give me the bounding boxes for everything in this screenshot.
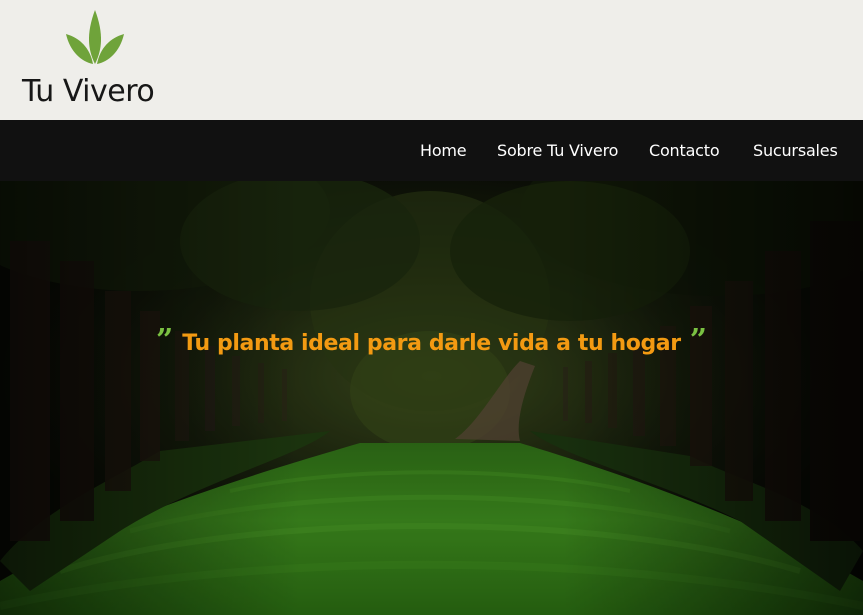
brand-name[interactable]: Tu Vivero bbox=[22, 74, 155, 109]
close-quote-icon: ” bbox=[689, 323, 708, 358]
forest-path-image bbox=[0, 181, 863, 615]
open-quote-icon: ” bbox=[155, 323, 174, 358]
main-navigation: Home Sobre Tu Vivero Contacto Sucursales bbox=[0, 120, 863, 181]
hero-tagline: ” Tu planta ideal para darle vida a tu h… bbox=[0, 326, 863, 357]
nav-home-link[interactable]: Home bbox=[420, 141, 467, 160]
hero-banner: ” Tu planta ideal para darle vida a tu h… bbox=[0, 181, 863, 615]
sprout-leaves-icon[interactable] bbox=[64, 6, 126, 66]
site-header: Tu Vivero bbox=[0, 0, 863, 120]
tagline-text: Tu planta ideal para darle vida a tu hog… bbox=[182, 331, 681, 356]
nav-contacto-link[interactable]: Contacto bbox=[649, 141, 720, 160]
nav-sobre-link[interactable]: Sobre Tu Vivero bbox=[497, 141, 618, 160]
nav-sucursales-link[interactable]: Sucursales bbox=[753, 141, 838, 160]
